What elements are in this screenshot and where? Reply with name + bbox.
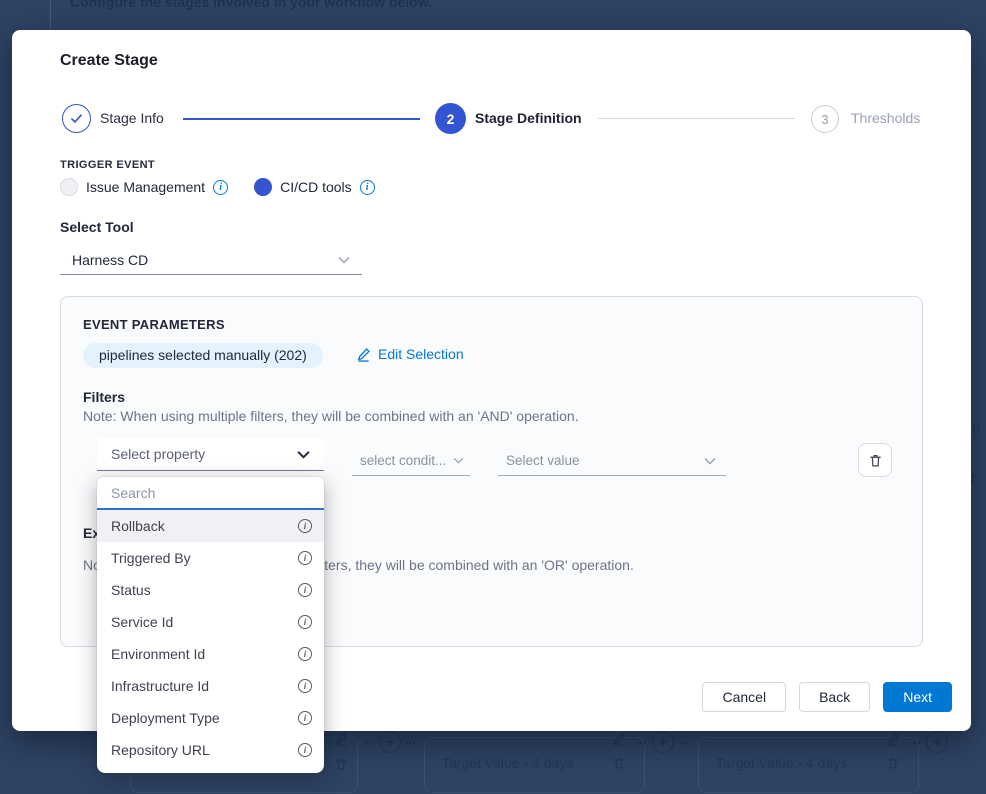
- dialog-footer: Cancel Back Next: [702, 682, 952, 712]
- chevron-down-icon: [338, 256, 350, 264]
- step-label-stage-definition: Stage Definition: [475, 110, 582, 126]
- stage-card-label: Target Value - 4 days: [442, 755, 573, 771]
- dropdown-item-status[interactable]: Status i: [97, 574, 324, 606]
- connector-dash: [679, 742, 688, 744]
- stage-card-label: Target Value - 4 days: [716, 755, 847, 771]
- info-icon[interactable]: i: [298, 583, 312, 597]
- radio-cicd-tools[interactable]: [254, 178, 272, 196]
- connector-dash: [911, 742, 920, 744]
- tool-select-value: Harness CD: [60, 252, 338, 268]
- filters-note: Note: When using multiple filters, they …: [83, 408, 579, 424]
- app-screen: Configure the stages involved in your wo…: [0, 0, 986, 794]
- info-icon[interactable]: i: [298, 551, 312, 565]
- edit-icon: [612, 732, 626, 751]
- dropdown-item-deployment-type[interactable]: Deployment Type i: [97, 702, 324, 734]
- step-number-upcoming[interactable]: 3: [811, 105, 839, 133]
- filters-heading: Filters: [83, 389, 125, 405]
- tool-select[interactable]: Harness CD: [60, 245, 362, 275]
- info-icon[interactable]: i: [213, 180, 228, 195]
- edit-selection-link[interactable]: Edit Selection: [356, 346, 464, 362]
- delete-icon: [334, 757, 348, 776]
- background-header-text: Configure the stages involved in your wo…: [70, 0, 432, 10]
- value-select-placeholder: Select value: [498, 453, 704, 468]
- step-number-active[interactable]: 2: [435, 103, 466, 134]
- stepper-connector: [598, 118, 795, 119]
- edit-icon: [886, 732, 900, 751]
- chevron-down-icon: [453, 457, 464, 464]
- info-icon[interactable]: i: [298, 679, 312, 693]
- trigger-event-label: TRIGGER EVENT: [60, 159, 155, 171]
- event-parameters-heading: EVENT PARAMETERS: [83, 317, 225, 332]
- radio-label-cicd-tools[interactable]: CI/CD tools: [280, 179, 352, 195]
- stepper-connector: [183, 118, 420, 120]
- connector-dash: [406, 742, 415, 744]
- info-icon[interactable]: i: [298, 519, 312, 533]
- wizard-stepper: Stage Info 2 Stage Definition 3 Threshol…: [12, 103, 971, 135]
- edit-pencil-icon: [356, 347, 371, 362]
- next-button[interactable]: Next: [883, 682, 952, 712]
- add-stage-icon: +: [652, 731, 674, 753]
- info-icon[interactable]: i: [298, 615, 312, 629]
- add-stage-icon: +: [926, 731, 948, 753]
- delete-filter-button[interactable]: [858, 443, 892, 477]
- condition-select[interactable]: select condit...: [352, 446, 470, 476]
- add-stage-icon: +: [379, 731, 401, 753]
- value-select[interactable]: Select value: [498, 446, 726, 476]
- trash-icon: [868, 453, 883, 468]
- dialog-title: Create Stage: [60, 52, 158, 70]
- chevron-down-icon: [704, 457, 716, 465]
- condition-select-placeholder: select condit...: [352, 453, 453, 468]
- edit-selection-label: Edit Selection: [378, 346, 464, 362]
- cancel-button[interactable]: Cancel: [702, 682, 786, 712]
- radio-label-issue-management[interactable]: Issue Management: [86, 179, 205, 195]
- info-icon[interactable]: i: [360, 180, 375, 195]
- connector-dash: [364, 742, 373, 744]
- trigger-event-radio-group: Issue Management i CI/CD tools i: [60, 178, 375, 196]
- property-select-placeholder: Select property: [97, 446, 297, 462]
- dropdown-item-triggered-by[interactable]: Triggered By i: [97, 542, 324, 574]
- select-tool-label: Select Tool: [60, 219, 134, 235]
- delete-icon: [886, 756, 900, 775]
- step-label-thresholds: Thresholds: [851, 110, 920, 126]
- property-dropdown-menu: Rollback i Triggered By i Status i Servi…: [97, 477, 324, 773]
- property-select[interactable]: Select property: [97, 438, 324, 471]
- dropdown-item-service-id[interactable]: Service Id i: [97, 606, 324, 638]
- info-icon[interactable]: i: [298, 647, 312, 661]
- step-complete-icon[interactable]: [62, 104, 91, 133]
- dropdown-item-infrastructure-id[interactable]: Infrastructure Id i: [97, 670, 324, 702]
- dropdown-item-environment-id[interactable]: Environment Id i: [97, 638, 324, 670]
- chevron-down-icon: [297, 450, 310, 459]
- info-icon[interactable]: i: [298, 711, 312, 725]
- connector-dash: [637, 742, 646, 744]
- info-icon[interactable]: i: [298, 743, 312, 757]
- edit-icon: [334, 732, 348, 751]
- step-label-stage-info[interactable]: Stage Info: [100, 110, 164, 126]
- search-input[interactable]: [97, 477, 324, 510]
- delete-icon: [612, 756, 626, 775]
- pipelines-selection-badge: pipelines selected manually (202): [83, 343, 323, 368]
- dropdown-item-repository-url[interactable]: Repository URL i: [97, 734, 324, 766]
- back-button[interactable]: Back: [799, 682, 870, 712]
- radio-issue-management[interactable]: [60, 178, 78, 196]
- dropdown-item-rollback[interactable]: Rollback i: [97, 510, 324, 542]
- background-divider: [50, 0, 51, 30]
